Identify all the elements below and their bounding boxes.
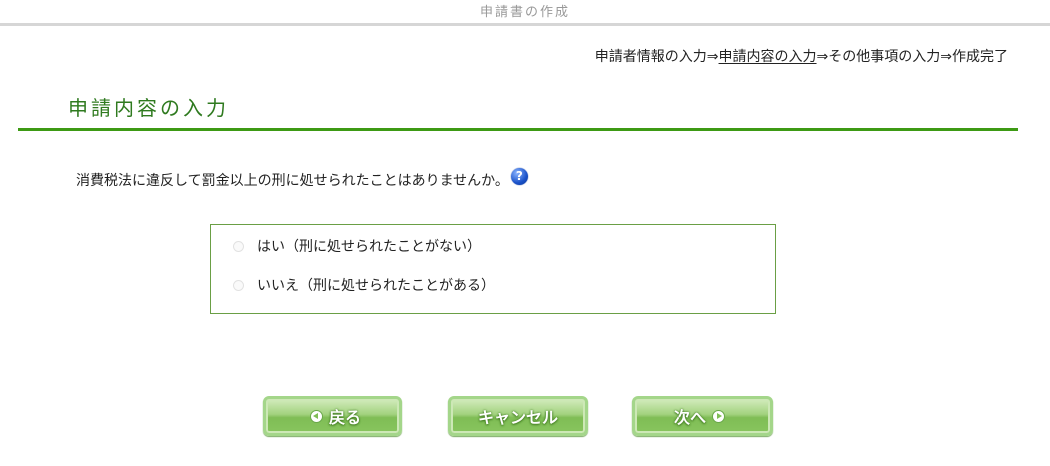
step-separator: ⇒ — [940, 49, 952, 65]
next-button[interactable]: 次へ — [632, 396, 773, 436]
step-other-items: その他事項の入力 — [828, 49, 941, 65]
step-breadcrumb: 申請者情報の入力⇒申請内容の入力⇒その他事項の入力⇒作成完了 — [595, 46, 1008, 66]
arrow-right-icon — [712, 409, 725, 423]
cancel-button[interactable]: キャンセル — [448, 396, 588, 436]
section-divider — [18, 128, 1018, 131]
cancel-button-label: キャンセル — [477, 408, 558, 427]
question-text: 消費税法に違反して罰金以上の刑に処せられたことはありませんか。 — [76, 173, 509, 189]
option-no-radio[interactable] — [233, 279, 244, 291]
answer-options-box: はい（刑に処せられたことがない） いいえ（刑に処せられたことがある） — [210, 224, 776, 314]
option-no[interactable]: いいえ（刑に処せられたことがある） — [233, 275, 495, 295]
section-title: 申請内容の入力 — [68, 96, 229, 120]
next-button-label: 次へ — [673, 408, 706, 427]
step-complete: 作成完了 — [952, 49, 1008, 65]
option-yes-label[interactable]: はい（刑に処せられたことがない） — [257, 236, 481, 256]
step-separator: ⇒ — [706, 49, 719, 65]
step-application-content-current: 申請内容の入力 — [718, 49, 817, 65]
option-yes-radio[interactable] — [233, 240, 244, 252]
back-button[interactable]: 戻る — [263, 396, 402, 436]
step-separator: ⇒ — [816, 49, 829, 65]
arrow-left-icon — [309, 409, 323, 423]
back-button-label: 戻る — [328, 408, 361, 427]
question-help-icon[interactable]: ? — [510, 167, 528, 185]
title-divider — [0, 23, 1050, 26]
question: 消費税法に違反して罰金以上の刑に処せられたことはありませんか。 ? — [76, 167, 528, 190]
step-applicant-info: 申請者情報の入力 — [594, 49, 707, 65]
option-yes[interactable]: はい（刑に処せられたことがない） — [233, 236, 481, 256]
window-title: 申請書の作成 — [479, 5, 570, 20]
option-no-label[interactable]: いいえ（刑に処せられたことがある） — [257, 275, 495, 295]
